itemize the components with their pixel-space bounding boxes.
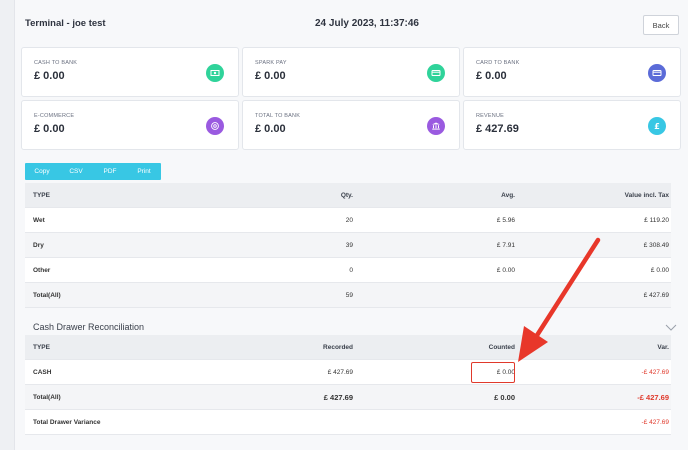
cell-avg: £ 7.91 <box>496 242 515 249</box>
cell-value: £ 427.69 <box>643 292 669 299</box>
card-label: SPARK PAY <box>255 60 287 66</box>
cell-avg: £ 0.00 <box>496 267 515 274</box>
section-title-reconciliation: Cash Drawer Reconciliation <box>33 322 145 332</box>
cell-avg: £ 5.96 <box>496 217 515 224</box>
cell-variance: -£ 427.69 <box>637 393 669 402</box>
card-cash-to-bank: CASH TO BANK £ 0.00 <box>21 47 239 97</box>
cell-qty: 39 <box>345 242 353 249</box>
cell-recorded: £ 427.69 <box>323 393 353 402</box>
card-label: CARD TO BANK <box>476 60 520 66</box>
page-title: Terminal - joe test <box>25 18 106 29</box>
cell-counted: £ 0.00 <box>494 393 515 402</box>
card-value: £ 427.69 <box>476 123 519 135</box>
card-label: REVENUE <box>476 113 504 119</box>
table-header-row: TYPE Recorded Counted Var. <box>25 335 671 360</box>
cell-type: CASH <box>33 369 52 376</box>
cell-qty: 20 <box>345 217 353 224</box>
card-revenue: REVENUE £ 427.69 £ <box>463 100 681 150</box>
cell-value: £ 119.20 <box>644 217 669 224</box>
column-header-avg: Avg. <box>501 192 515 199</box>
card-label: CASH TO BANK <box>34 60 78 66</box>
column-header-qty: Qty. <box>340 192 353 199</box>
card-icon <box>427 64 445 82</box>
column-header-counted: Counted <box>488 344 515 351</box>
cell-type: Other <box>33 267 51 274</box>
chevron-down-icon[interactable] <box>665 322 677 332</box>
cell-type: Total Drawer Variance <box>33 419 101 426</box>
cell-type: Total(All) <box>33 292 61 299</box>
card-spark-pay: SPARK PAY £ 0.00 <box>242 47 460 97</box>
card-label: E-COMMERCE <box>34 113 75 119</box>
table-total-row: Total(All) 59 £ 427.69 <box>25 283 671 308</box>
bank-icon <box>427 117 445 135</box>
column-header-type: TYPE <box>33 344 50 351</box>
pound-icon: £ <box>648 117 666 135</box>
cell-value: £ 0.00 <box>650 267 669 274</box>
table-row: Other 0 £ 0.00 £ 0.00 <box>25 258 671 283</box>
annotation-highlight-box <box>471 362 515 383</box>
card-e-commerce: E-COMMERCE £ 0.00 <box>21 100 239 150</box>
cash-icon <box>206 64 224 82</box>
table-header-row: TYPE Qty. Avg. Value incl. Tax <box>25 183 671 208</box>
sales-table: TYPE Qty. Avg. Value incl. Tax Wet 20 £ … <box>25 183 671 308</box>
cell-type: Total(All) <box>33 394 61 401</box>
table-row-cash: CASH £ 427.69 £ 0.00 -£ 427.69 <box>25 360 671 385</box>
card-label: TOTAL TO BANK <box>255 113 301 119</box>
back-button[interactable]: Back <box>643 15 679 35</box>
cell-qty: 0 <box>349 267 353 274</box>
cell-variance: -£ 427.69 <box>641 419 669 426</box>
column-header-value: Value incl. Tax <box>624 192 669 199</box>
column-header-recorded: Recorded <box>323 344 353 351</box>
csv-button[interactable]: CSV <box>59 163 93 180</box>
table-row: Wet 20 £ 5.96 £ 119.20 <box>25 208 671 233</box>
column-header-variance: Var. <box>657 344 669 351</box>
reconciliation-table: TYPE Recorded Counted Var. CASH £ 427.69… <box>25 335 671 435</box>
at-icon <box>206 117 224 135</box>
table-row: Dry 39 £ 7.91 £ 308.49 <box>25 233 671 258</box>
terminal-page: Terminal - joe test 24 July 2023, 11:37:… <box>14 0 688 450</box>
table-variance-row: Total Drawer Variance -£ 427.69 <box>25 410 671 435</box>
table-total-row: Total(All) £ 427.69 £ 0.00 -£ 427.69 <box>25 385 671 410</box>
card-total-to-bank: TOTAL TO BANK £ 0.00 <box>242 100 460 150</box>
card-value: £ 0.00 <box>255 70 286 82</box>
card-value: £ 0.00 <box>34 70 65 82</box>
export-toolbar: Copy CSV PDF Print <box>25 163 161 180</box>
report-datetime: 24 July 2023, 11:37:46 <box>315 18 419 29</box>
column-header-type: TYPE <box>33 192 50 199</box>
print-button[interactable]: Print <box>127 163 161 180</box>
card-value: £ 0.00 <box>34 123 65 135</box>
svg-text:£: £ <box>654 122 660 131</box>
card-icon <box>648 64 666 82</box>
card-value: £ 0.00 <box>255 123 286 135</box>
card-value: £ 0.00 <box>476 70 507 82</box>
cell-variance: -£ 427.69 <box>641 369 669 376</box>
cell-type: Dry <box>33 242 44 249</box>
cell-type: Wet <box>33 217 45 224</box>
cell-qty: 59 <box>345 292 353 299</box>
cell-recorded: £ 427.69 <box>327 369 353 376</box>
page-header: Terminal - joe test 24 July 2023, 11:37:… <box>15 0 688 44</box>
pdf-button[interactable]: PDF <box>93 163 127 180</box>
card-card-to-bank: CARD TO BANK £ 0.00 <box>463 47 681 97</box>
copy-button[interactable]: Copy <box>25 163 59 180</box>
cell-value: £ 308.49 <box>643 242 669 249</box>
